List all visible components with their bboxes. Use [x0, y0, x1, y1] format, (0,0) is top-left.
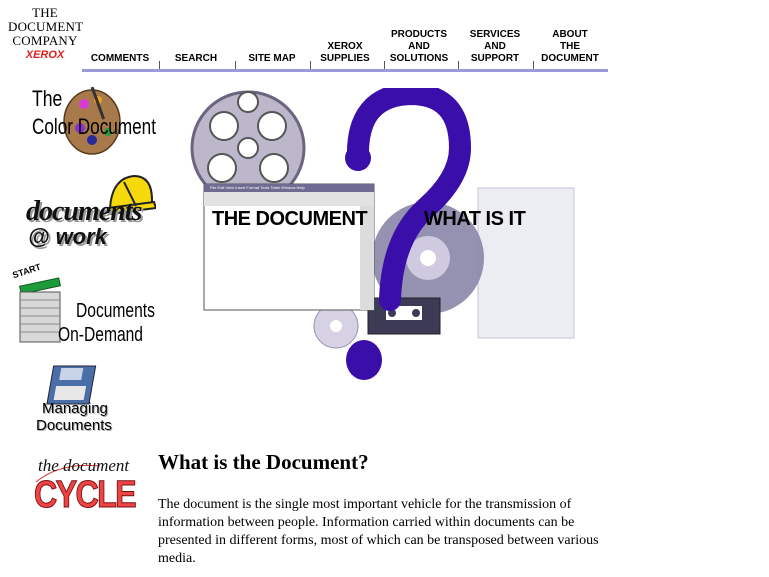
hero-collage-image: [190, 88, 575, 380]
nav-separator: [310, 61, 311, 69]
nav-services-support-label: SERVICES AND SUPPORT: [469, 29, 521, 64]
window-menubar: File Edit View Insert Format Tools Table…: [210, 185, 305, 190]
nav-about-document[interactable]: ABOUT THE DOCUMENT: [536, 29, 604, 65]
hero-label-what-is-it[interactable]: WHAT IS IT: [424, 208, 526, 231]
intro-paragraph: The document is the single most importan…: [158, 497, 599, 566]
nav-separator: [235, 61, 236, 69]
documents-on-demand-label-b: On-Demand: [58, 324, 143, 346]
nav-comments[interactable]: COMMENTS: [88, 53, 152, 65]
nav-about-document-label: ABOUT THE DOCUMENT: [541, 29, 599, 64]
nav-search-label: SEARCH: [174, 53, 218, 64]
nav-separator: [533, 61, 534, 69]
document-cycle-label-b: CYCLE: [34, 474, 138, 517]
sidebar-item-color-document[interactable]: The Color Document: [28, 82, 156, 160]
nav-underline-bar: [82, 69, 608, 72]
logo-line-1: THE: [32, 5, 58, 20]
documents-on-demand-label-a: Documents: [76, 300, 155, 322]
color-document-label-b: Color Document: [32, 114, 156, 139]
sidebar-item-managing-documents[interactable]: Managing Documents: [34, 364, 130, 438]
logo-line-2: DOCUMENT: [8, 19, 84, 34]
hero-graphic: File Edit View Insert Format Tools Table…: [190, 88, 590, 388]
nav-products-solutions-label: PRODUCTS AND SOLUTIONS: [389, 29, 449, 64]
color-document-label-a: The: [32, 86, 63, 111]
nav-products-solutions[interactable]: PRODUCTS AND SOLUTIONS: [386, 29, 452, 65]
sidebar-item-documents-on-demand[interactable]: START Documents On-Demand: [10, 262, 155, 354]
nav-separator: [384, 61, 385, 69]
managing-documents-label-a: Managing: [42, 400, 108, 417]
nav-separator: [159, 61, 160, 69]
top-nav: COMMENTS SEARCH SITE MAP XEROX SUPPLIES …: [82, 28, 608, 72]
nav-site-map-label: SITE MAP: [248, 53, 296, 64]
page-title: What is the Document?: [158, 450, 369, 474]
hero-label-the-document[interactable]: THE DOCUMENT: [212, 208, 368, 231]
nav-xerox-supplies[interactable]: XEROX SUPPLIES: [316, 41, 374, 65]
logo-line-3: COMPANY: [12, 33, 78, 48]
document-cycle-label-a: the document: [38, 456, 130, 475]
sidebar-item-documents-at-work[interactable]: documents @ work: [24, 172, 158, 256]
nav-services-support[interactable]: SERVICES AND SUPPORT: [462, 29, 528, 65]
documents-at-work-label-b: @ work: [28, 224, 107, 249]
nav-search[interactable]: SEARCH: [168, 53, 224, 65]
nav-comments-label: COMMENTS: [90, 53, 150, 64]
nav-separator: [458, 61, 459, 69]
nav-site-map[interactable]: SITE MAP: [242, 53, 302, 65]
sidebar-item-document-cycle[interactable]: the document CYCLE: [30, 452, 142, 524]
logo-brand: XEROX: [25, 49, 65, 61]
managing-documents-label-b: Documents: [36, 417, 112, 434]
xerox-logo[interactable]: THE DOCUMENT COMPANY XEROX: [8, 5, 84, 62]
nav-xerox-supplies-label: XEROX SUPPLIES: [320, 41, 370, 64]
